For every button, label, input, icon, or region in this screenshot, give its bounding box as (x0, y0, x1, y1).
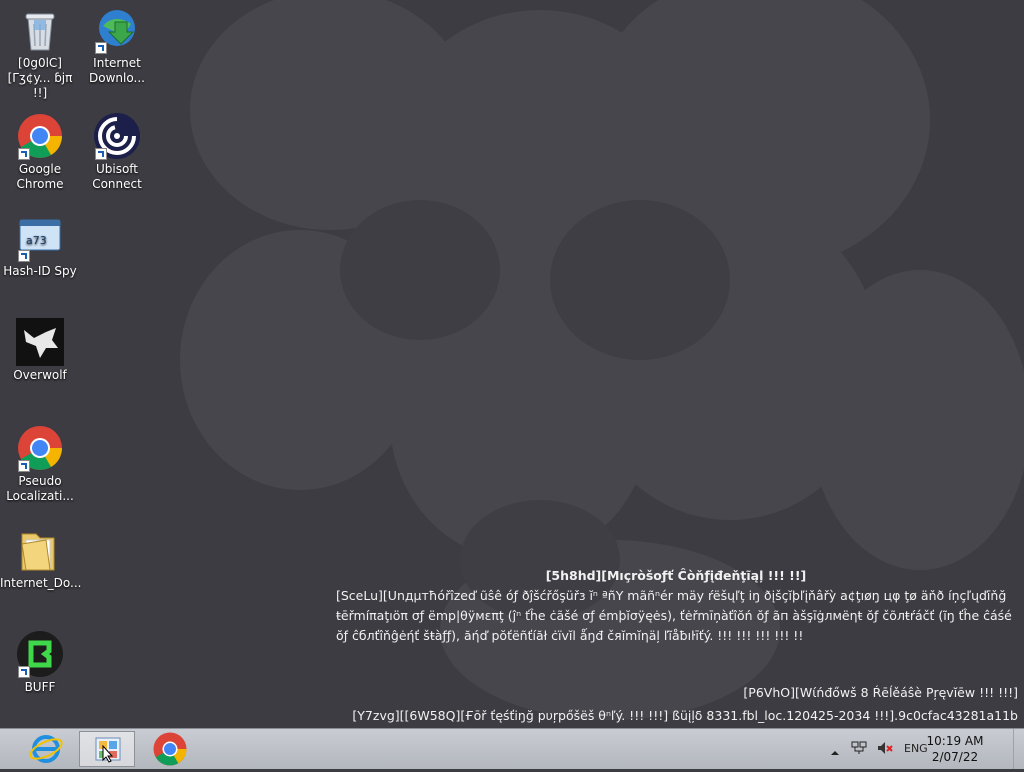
desktop-icon-pseudo-localization[interactable]: Pseudo Localizati... (0, 424, 80, 504)
volume-muted-icon[interactable] (876, 740, 894, 760)
desktop-icon-label: Internet_Do... (0, 576, 82, 590)
svg-text:a73: a73 (26, 234, 47, 247)
folder-icon (16, 526, 64, 574)
show-hidden-icons-arrow[interactable] (830, 743, 840, 755)
desktop-icon-label: Overwolf (13, 368, 67, 382)
chrome-icon (153, 732, 187, 766)
shortcut-arrow-icon (18, 666, 30, 678)
desktop-icon-internet-download-folder[interactable]: Internet_Do... (0, 526, 82, 591)
taskbar-internet-explorer[interactable] (18, 731, 74, 767)
desktop-icon-label: [0g0lC][Γʒ¢y... ɓjπ !!] (7, 56, 73, 100)
mouse-cursor-icon (102, 745, 114, 763)
buff-icon (16, 630, 64, 678)
show-desktop-button[interactable] (1013, 729, 1024, 769)
system-clock[interactable]: 10:19 AM 2/07/22 (920, 733, 990, 765)
chrome-icon (16, 424, 64, 472)
shortcut-arrow-icon (18, 148, 30, 160)
desktop-icon-label: BUFF (24, 680, 56, 694)
taskbar: ENG 10:19 AM 2/07/22 (0, 728, 1024, 769)
desktop-icon-label: Internet Downlo... (89, 56, 145, 85)
ubisoft-icon (93, 112, 141, 160)
desktop-icon-hash-id-spy[interactable]: a73 Hash-ID Spy (0, 214, 80, 279)
overwolf-icon (16, 318, 64, 366)
desktop-icon-label: Pseudo Localizati... (6, 474, 74, 503)
build-watermark-line2: [Y7zvg][[6W58Q][Ғōř ťęśťiŋğ pυŗpőšëš θⁿľ… (352, 708, 1018, 723)
shortcut-arrow-icon (95, 42, 107, 54)
desktop-icon-label: Ubisoft Connect (92, 162, 142, 191)
desktop-icon-internet-download-manager[interactable]: Internet Downlo... (77, 6, 157, 86)
hash-id-spy-icon: a73 (16, 214, 64, 262)
network-icon[interactable] (851, 740, 867, 760)
desktop-icon-ubisoft-connect[interactable]: Ubisoft Connect (77, 112, 157, 192)
clock-date: 2/07/22 (931, 750, 979, 764)
desktop-icon-google-chrome[interactable]: Google Chrome (0, 112, 80, 192)
notice-body: [SceLu][Սnдμтħóřîzeď ũŝê óƒ ðĵšćřőşüřз ĭ… (336, 588, 1012, 643)
notice-title: [5h8hd][Mıçròšoƒť Ĉòňƒįđeňţĩąļ !!! !!] (545, 568, 807, 583)
build-watermark-line1: [P6VhO][Wίńđőwš 8 Ŕēĺěáŝè Pŗęvĭēw !!! !!… (743, 685, 1018, 700)
desktop-icon-label: Google Chrome (16, 162, 64, 191)
taskbar-google-chrome[interactable] (142, 731, 198, 767)
recycle-bin-icon (16, 6, 64, 54)
shortcut-arrow-icon (95, 148, 107, 160)
taskbar-control-panel[interactable] (79, 731, 135, 767)
confidential-notice: [5h8hd][Mıçròšoƒť Ĉòňƒįđeňţĩąļ !!! !!] [… (336, 566, 1016, 646)
clock-time: 10:19 AM (926, 734, 984, 748)
internet-explorer-icon (29, 735, 63, 763)
chrome-icon (16, 112, 64, 160)
desktop-icon-overwolf[interactable]: Overwolf (0, 318, 80, 383)
desktop-icon-recycle-bin[interactable]: [0g0lC][Γʒ¢y... ɓjπ !!] (0, 6, 80, 101)
shortcut-arrow-icon (18, 250, 30, 262)
desktop-icon-buff[interactable]: BUFF (0, 630, 80, 695)
internet-download-manager-icon (93, 6, 141, 54)
desktop-icon-label: Hash-ID Spy (3, 264, 77, 278)
shortcut-arrow-icon (18, 460, 30, 472)
